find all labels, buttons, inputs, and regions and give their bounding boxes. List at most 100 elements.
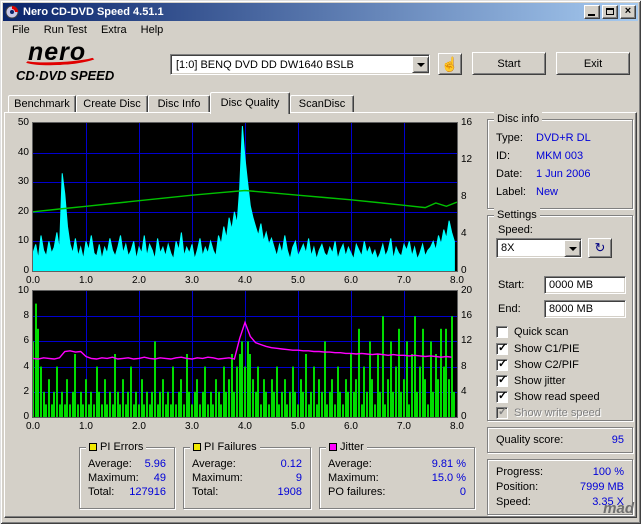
axis-tick-label: 40 [17, 146, 29, 158]
axis-tick-label: 20 [17, 205, 29, 217]
axis-tick-label: 10 [17, 235, 29, 247]
scan-end-input[interactable]: 8000 MB [544, 300, 626, 318]
start-button[interactable]: Start [472, 52, 546, 75]
jitter-swatch [329, 443, 337, 451]
checkbox-box: ✓ [496, 406, 508, 419]
menu-run-test[interactable]: Run Test [37, 22, 94, 38]
refresh-speed-button[interactable]: ↻ [588, 238, 612, 258]
axis-tick-label: 3.0 [185, 275, 199, 286]
axis-tick-label: 8 [461, 360, 467, 372]
chevron-down-icon [569, 246, 577, 255]
axis-tick-label: 30 [17, 176, 29, 188]
stat-label: Maximum: [328, 472, 379, 484]
close-button[interactable]: × [620, 5, 636, 19]
progress-value: 100 % [592, 466, 624, 478]
tab-create-disc[interactable]: Create Disc [76, 95, 148, 113]
stat-label: Average: [192, 458, 236, 470]
disc-id-value: MKM 003 [536, 150, 584, 162]
exit-button[interactable]: Exit [556, 52, 630, 75]
disc-label-label: Label: [496, 186, 526, 198]
maximize-button[interactable] [602, 5, 618, 19]
chart-plot-area [32, 122, 458, 272]
nero-logo: nero CD·DVD SPEED [10, 38, 160, 90]
quality-score-label: Quality score: [496, 434, 564, 446]
checkbox-show-c1-pie[interactable]: ✓ Show C1/PIE [488, 342, 632, 357]
checkbox-show-jitter[interactable]: ✓ Show jitter [488, 374, 632, 389]
pi-errors-swatch [89, 443, 97, 451]
disc-info-title: Disc info [494, 112, 543, 126]
axis-tick-label: 16 [461, 117, 473, 128]
stat-label: Total: [88, 486, 115, 498]
chart-plot-area [32, 290, 458, 418]
statbox-title: PI Failures [204, 441, 257, 453]
axis-tick-label: 8 [23, 310, 29, 322]
checkbox-show-c2-pif[interactable]: ✓ Show C2/PIF [488, 358, 632, 373]
axis-tick-label: 5.0 [291, 421, 305, 432]
axis-tick-label: 20 [461, 285, 473, 296]
checkbox-show-read-speed[interactable]: ✓ Show read speed [488, 390, 632, 405]
speed-dropdown-button[interactable] [564, 239, 581, 257]
axis-tick-label: 7.0 [397, 421, 411, 432]
scan-start-input[interactable]: 0000 MB [544, 276, 626, 294]
menu-file[interactable]: File [5, 22, 37, 38]
tab-disc-quality[interactable]: Disc Quality [210, 92, 290, 114]
stat-label: Maximum: [192, 472, 243, 484]
tab-disc-info[interactable]: Disc Info [148, 95, 210, 113]
eject-button[interactable]: ☝ [438, 53, 462, 75]
checkbox-label: Show write speed [514, 407, 601, 419]
drive-select[interactable]: [1:0] BENQ DVD DD DW1640 BSLB [170, 54, 430, 75]
title-bar: Nero CD-DVD Speed 4.51.1 × [3, 3, 638, 21]
statbox-title: Jitter [340, 441, 364, 453]
speed-readout-label: Speed: [496, 496, 531, 508]
checkbox-label: Quick scan [514, 326, 569, 338]
axis-tick-label: 4 [23, 360, 29, 372]
drive-select-dropdown-button[interactable] [412, 56, 429, 73]
axis-tick-label: 2 [23, 385, 29, 397]
tab-scandisc[interactable]: ScanDisc [290, 95, 354, 113]
minimize-button[interactable] [584, 5, 600, 19]
refresh-icon: ↻ [594, 240, 606, 255]
product-name-text: CD·DVD SPEED [16, 68, 115, 83]
scan-start-label: Start: [498, 279, 525, 291]
scan-end-label: End: [498, 303, 521, 315]
axis-tick-label: 8.0 [450, 421, 464, 432]
stat-label: Total: [192, 486, 219, 498]
stat-value: 49 [153, 472, 166, 484]
minimize-icon [588, 14, 595, 16]
axis-tick-label: 5.0 [291, 275, 305, 286]
checkbox-box [496, 326, 508, 338]
close-icon: × [624, 5, 632, 17]
axis-tick-label: 4.0 [238, 421, 252, 432]
pi-failures-stats: PI Failures Average: 0.12 Maximum: 9 Total… [183, 440, 311, 509]
axis-tick-label: 2.0 [132, 275, 146, 286]
checkbox-box: ✓ [496, 390, 508, 403]
check-icon: ✓ [498, 374, 508, 386]
disc-label-value: New [536, 186, 559, 198]
pi-failures-swatch [193, 443, 201, 451]
checkbox-quick-scan[interactable]: Quick scan [488, 326, 632, 340]
watermark: mad [603, 500, 634, 517]
tab-benchmark[interactable]: Benchmark [8, 95, 76, 113]
disc-id-label: ID: [496, 150, 511, 162]
hand-icon: ☝ [441, 55, 459, 72]
checkbox-label: Show C1/PIE [514, 343, 580, 355]
stat-value: 5.96 [144, 458, 166, 470]
menu-help[interactable]: Help [134, 22, 171, 38]
speed-select-value: 8X [501, 242, 515, 254]
progress-label: Progress: [496, 466, 544, 478]
axis-tick-label: 0.0 [26, 421, 40, 432]
checkbox-box: ✓ [496, 342, 508, 355]
disc-quality-panel: 0 10 20 30 40 50 0 4 8 12 16 0.0 1.0 2.0 3.0 4.0 5.0 6.0 7… [4, 112, 637, 518]
check-icon: ✓ [498, 358, 508, 370]
settings-group: Settings Speed: 8X ↻ Start: 0000 MB End:… [487, 208, 633, 421]
axis-tick-label: 6.0 [344, 421, 358, 432]
axis-tick-label: 7.0 [397, 275, 411, 286]
maximize-icon [606, 8, 614, 15]
menu-extra[interactable]: Extra [94, 22, 134, 38]
check-icon: ✓ [498, 342, 508, 354]
checkbox-label: Show C2/PIF [514, 359, 579, 371]
quality-score-box: Quality score: 95 [487, 427, 633, 453]
stat-value: 9 [295, 472, 302, 484]
speed-select[interactable]: 8X [496, 238, 582, 258]
stat-value: 15.0 % [431, 472, 466, 484]
